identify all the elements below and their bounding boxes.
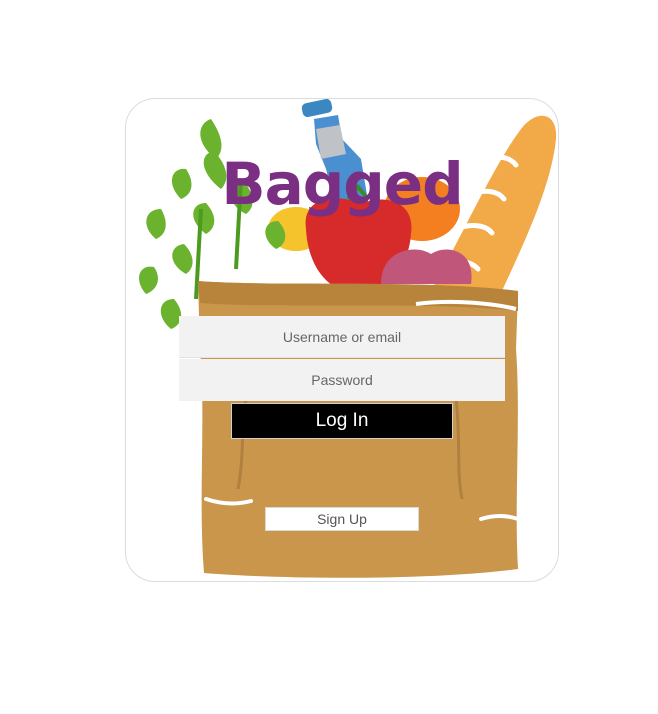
signup-button[interactable]: Sign Up [265, 507, 419, 531]
password-input[interactable] [179, 359, 505, 401]
login-card: Bagged Log In Sign Up [125, 98, 559, 582]
app-title: Bagged [221, 150, 463, 218]
page: Bagged Log In Sign Up [0, 0, 658, 714]
username-input[interactable] [179, 316, 505, 358]
login-button[interactable]: Log In [231, 403, 453, 439]
